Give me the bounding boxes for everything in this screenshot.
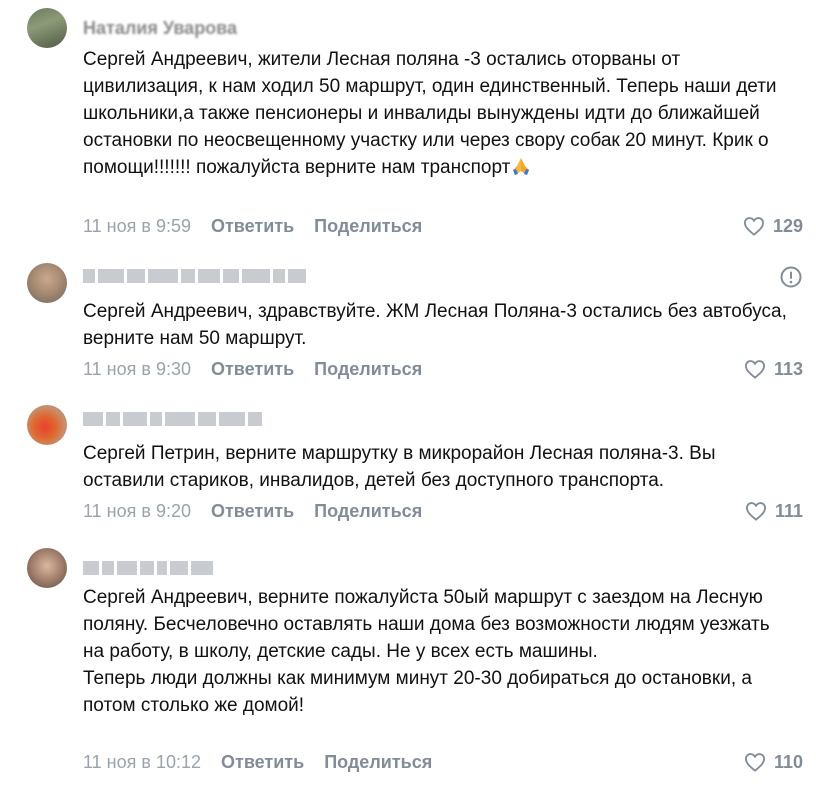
comment-meta: 11 ноя в 9:59 Ответить Поделиться — [83, 215, 422, 237]
comment-meta: 11 ноя в 9:30 Ответить Поделиться — [83, 358, 422, 380]
heart-icon — [744, 753, 765, 772]
comment-text-paragraph: Теперь люди должны как минимум минут 20-… — [83, 668, 752, 716]
comment-text-paragraph: Сергей Андреевич, верните пожалуйста 50ы… — [83, 587, 770, 662]
comment-text: Сергей Андреевич, верните пожалуйста 50ы… — [83, 584, 793, 719]
like-count: 129 — [772, 215, 803, 236]
avatar[interactable] — [27, 405, 67, 445]
share-button[interactable]: Поделиться — [314, 215, 422, 237]
avatar[interactable] — [27, 548, 67, 588]
heart-icon — [744, 360, 765, 379]
comment-text-paragraph: Сергей Андреевич, здравствуйте. ЖМ Лесна… — [83, 301, 787, 349]
comment-meta: 11 ноя в 10:12 Ответить Поделиться — [83, 751, 432, 773]
like-count: 111 — [774, 500, 803, 521]
reply-button[interactable]: Ответить — [211, 215, 294, 237]
folded-hands-icon — [513, 158, 530, 175]
avatar[interactable] — [27, 263, 67, 303]
comment-date[interactable]: 11 ноя в 10:12 — [83, 751, 201, 773]
like-button[interactable]: 111 — [745, 500, 803, 522]
author-name-redacted[interactable] — [83, 409, 262, 429]
avatar[interactable] — [27, 8, 67, 48]
like-button[interactable]: 110 — [744, 751, 803, 773]
like-count: 110 — [773, 751, 803, 772]
reply-button[interactable]: Ответить — [211, 358, 294, 380]
heart-icon — [745, 502, 766, 521]
like-button[interactable]: 129 — [743, 215, 803, 237]
comment-date[interactable]: 11 ноя в 9:30 — [83, 358, 191, 380]
comment-date[interactable]: 11 ноя в 9:20 — [83, 500, 191, 522]
author-name-redacted[interactable] — [83, 558, 213, 578]
comment-meta: 11 ноя в 9:20 Ответить Поделиться — [83, 500, 422, 522]
share-button[interactable]: Поделиться — [314, 500, 422, 522]
share-button[interactable]: Поделиться — [314, 358, 422, 380]
heart-icon — [743, 217, 764, 236]
like-button[interactable]: 113 — [744, 358, 803, 380]
comment-text: Сергей Петрин, верните маршрутку в микро… — [83, 440, 793, 494]
report-icon[interactable] — [780, 266, 802, 288]
comment-text: Сергей Андреевич, здравствуйте. ЖМ Лесна… — [83, 298, 793, 352]
comment-text-paragraph: Сергей Андреевич, жители Лесная поляна -… — [83, 49, 777, 178]
reply-button[interactable]: Ответить — [221, 751, 304, 773]
author-name[interactable]: Наталия Уварова — [83, 18, 237, 38]
author-name-redacted[interactable] — [83, 266, 306, 286]
reply-button[interactable]: Ответить — [211, 500, 294, 522]
comment-date[interactable]: 11 ноя в 9:59 — [83, 215, 191, 237]
like-count: 113 — [773, 358, 803, 379]
comment-text: Сергей Андреевич, жители Лесная поляна -… — [83, 46, 793, 181]
share-button[interactable]: Поделиться — [324, 751, 432, 773]
comment-text-paragraph: Сергей Петрин, верните маршрутку в микро… — [83, 443, 716, 491]
